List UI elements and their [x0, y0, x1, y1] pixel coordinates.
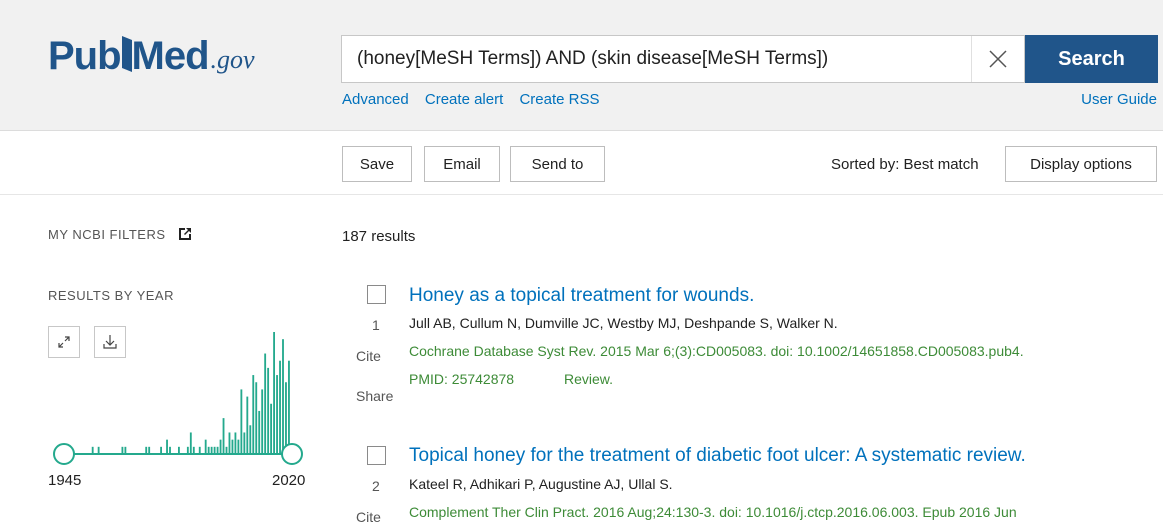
result-authors: Kateel R, Adhikari P, Augustine AJ, Ulla…	[409, 476, 673, 492]
year-bar	[204, 439, 207, 454]
year-bar	[243, 432, 246, 454]
result-citation: Cochrane Database Syst Rev. 2015 Mar 6;(…	[409, 343, 1024, 359]
year-bar	[282, 339, 284, 454]
result-number: 2	[372, 478, 380, 494]
sort-label[interactable]: Sorted by: Best match	[831, 156, 979, 173]
user-guide-link[interactable]: User Guide	[1081, 91, 1157, 108]
result-citation: Complement Ther Clin Pract. 2016 Aug;24:…	[409, 504, 1017, 520]
year-bar	[285, 382, 287, 454]
year-bar	[273, 332, 275, 454]
year-bar	[234, 432, 237, 454]
my-ncbi-filters-heading[interactable]: MY NCBI FILTERS	[48, 227, 192, 242]
cite-button[interactable]: Cite	[356, 509, 381, 525]
cite-button[interactable]: Cite	[356, 348, 381, 364]
range-start-handle[interactable]	[53, 443, 75, 465]
search-button[interactable]: Search	[1025, 35, 1158, 83]
search-input[interactable]	[357, 48, 957, 70]
year-bar	[249, 425, 252, 454]
year-bar	[169, 446, 171, 454]
year-bar	[198, 446, 201, 454]
close-icon	[989, 50, 1007, 68]
year-bar	[237, 439, 240, 454]
year-bar	[222, 418, 225, 454]
create-rss-link[interactable]: Create RSS	[519, 91, 599, 108]
year-bar	[148, 446, 151, 454]
year-bar	[276, 375, 278, 454]
email-button[interactable]: Email	[424, 146, 500, 182]
my-ncbi-filters-label: MY NCBI FILTERS	[48, 227, 166, 242]
year-bar	[255, 382, 258, 454]
year-bar	[246, 396, 249, 454]
year-bar	[216, 446, 219, 454]
result-pmid: PMID: 25742878	[409, 371, 515, 387]
clear-search-button[interactable]	[971, 36, 1024, 82]
display-options-button[interactable]: Display options	[1005, 146, 1157, 182]
year-bar	[264, 353, 267, 454]
year-bar	[213, 446, 216, 454]
year-bar	[97, 446, 100, 454]
year-bar	[270, 403, 273, 454]
year-bar	[91, 446, 94, 454]
result-checkbox[interactable]	[367, 446, 386, 465]
results-by-year-heading: RESULTS BY YEAR	[48, 288, 174, 303]
send-to-button[interactable]: Send to	[510, 146, 605, 182]
external-link-icon	[178, 228, 191, 240]
pubmed-logo[interactable]: Pub Med .gov	[48, 28, 255, 78]
result-title-link[interactable]: Honey as a topical treatment for wounds.	[409, 285, 754, 307]
year-bar	[225, 446, 228, 454]
range-end-handle[interactable]	[281, 443, 303, 465]
results-count: 187 results	[342, 228, 416, 245]
create-alert-link[interactable]: Create alert	[425, 91, 503, 108]
result-type: Review.	[564, 371, 614, 387]
results-by-year-chart[interactable]	[48, 325, 310, 465]
result-title-link[interactable]: Topical honey for the treatment of diabe…	[409, 445, 1026, 467]
year-bar	[240, 389, 243, 454]
year-bar	[267, 367, 270, 454]
save-button[interactable]: Save	[342, 146, 412, 182]
year-bar	[178, 446, 180, 454]
year-bar	[288, 360, 290, 454]
site-header: Pub Med .gov Search Advanced Create aler…	[0, 0, 1163, 131]
year-bar	[121, 446, 124, 454]
year-bar	[228, 432, 231, 454]
share-button[interactable]: Share	[356, 388, 393, 404]
year-bar	[145, 446, 148, 454]
logo-med: Med	[131, 34, 210, 78]
result-checkbox[interactable]	[367, 285, 386, 304]
year-bar	[258, 410, 261, 454]
year-bar	[210, 446, 213, 454]
search-sublinks: Advanced Create alert Create RSS	[342, 91, 611, 108]
year-bar	[166, 439, 168, 454]
year-bar	[261, 389, 264, 454]
year-bar	[279, 360, 281, 454]
result-authors: Jull AB, Cullum N, Dumville JC, Westby M…	[409, 315, 838, 331]
logo-gov: .gov	[210, 45, 255, 74]
year-bar	[186, 446, 189, 454]
result-number: 1	[372, 317, 380, 333]
logo-pub: Pub	[48, 34, 122, 78]
year-end-label: 2020	[272, 472, 306, 489]
year-bar	[207, 446, 210, 454]
search-box	[341, 35, 1025, 83]
advanced-link[interactable]: Advanced	[342, 91, 409, 108]
results-toolbar: Save Email Send to Sorted by: Best match…	[0, 131, 1163, 195]
year-bar	[189, 432, 192, 454]
year-bar	[252, 375, 255, 454]
year-bar	[124, 446, 127, 454]
year-bar	[231, 439, 234, 454]
year-bar	[192, 446, 195, 454]
year-bar	[219, 439, 222, 454]
year-start-label: 1945	[48, 472, 82, 489]
year-bar	[160, 446, 162, 454]
